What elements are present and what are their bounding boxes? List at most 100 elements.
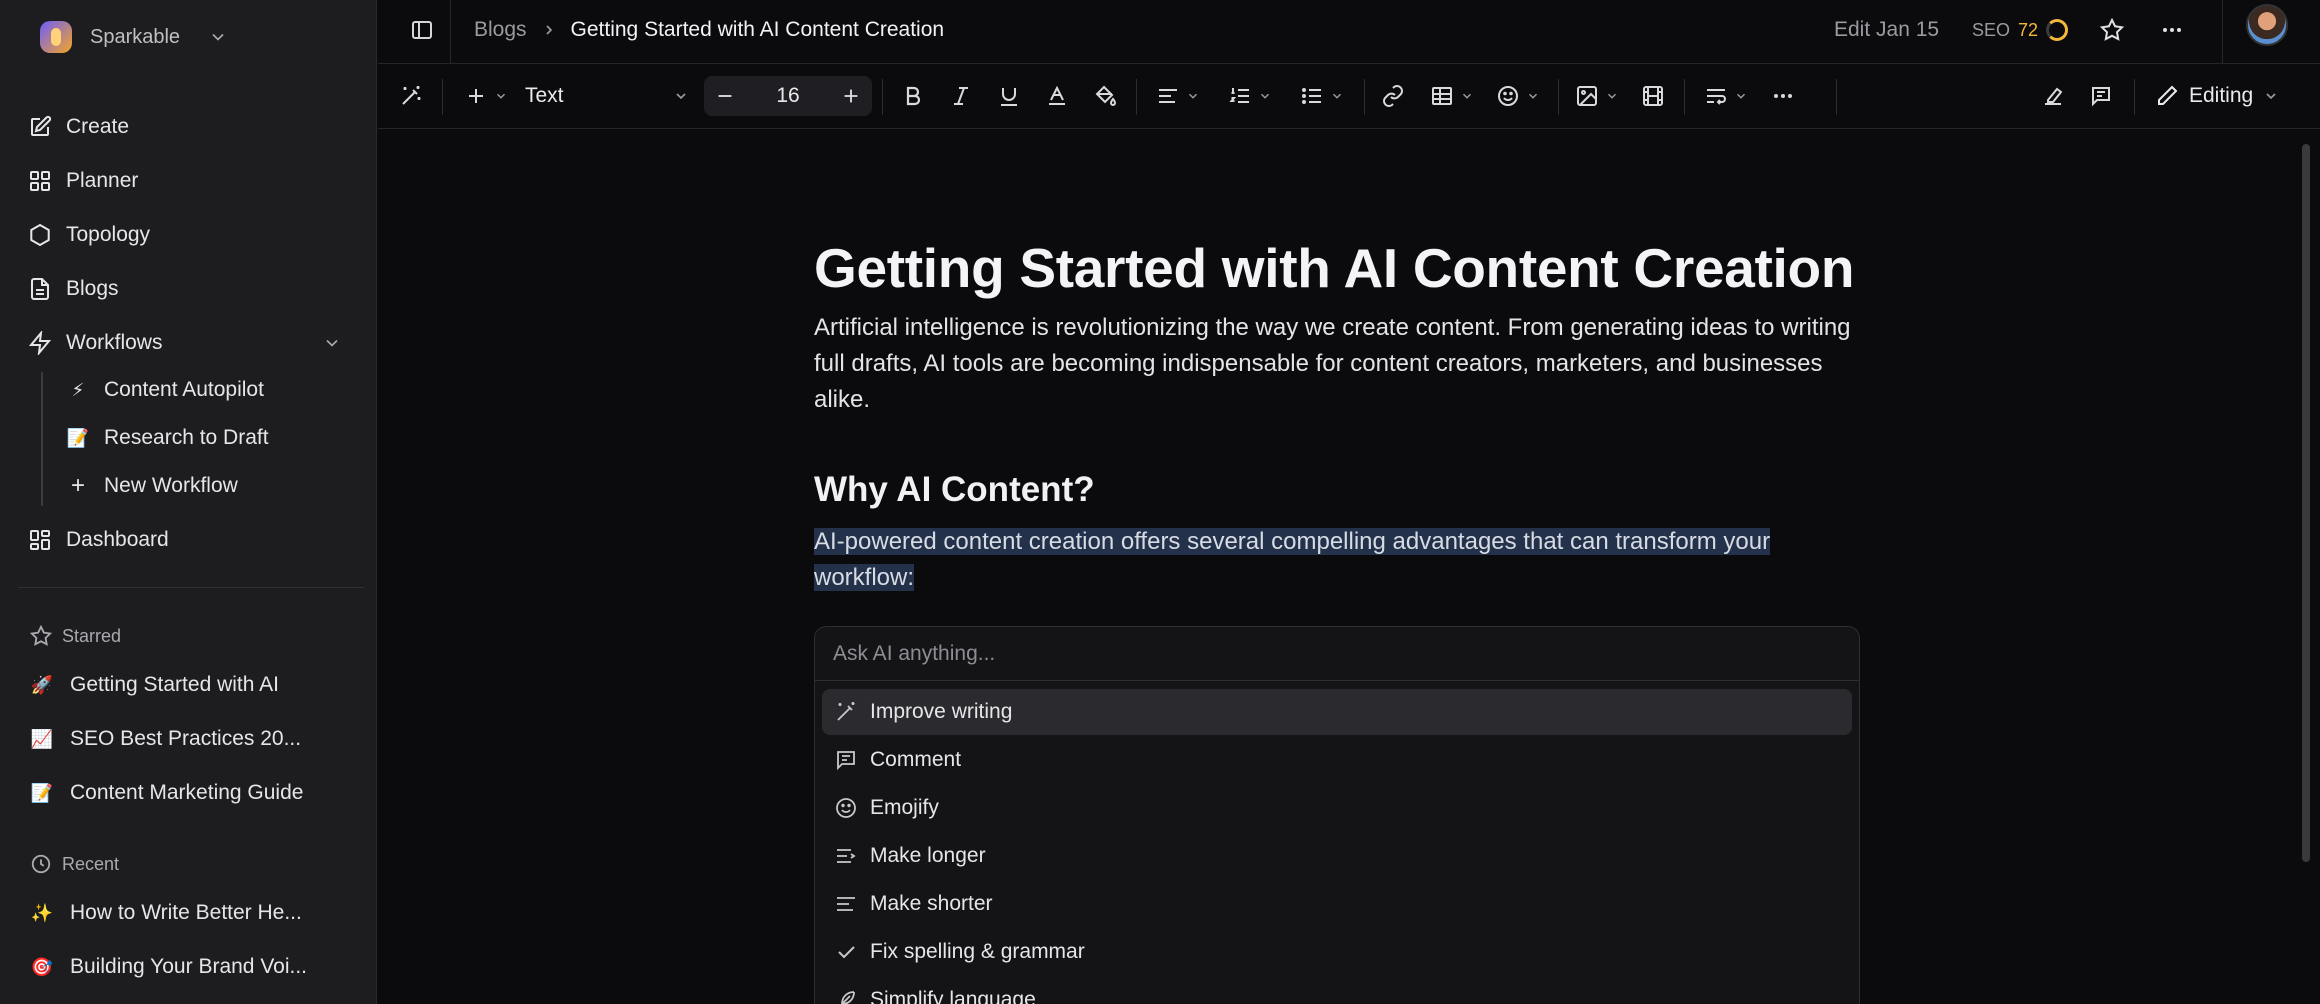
recent-item[interactable]: ✨ How to Write Better He... [30, 893, 302, 933]
top-bar: Blogs Getting Started with AI Content Cr… [378, 0, 2320, 64]
favorite-button[interactable] [2094, 12, 2130, 48]
edit-square-icon [31, 115, 52, 136]
panel-left-icon [412, 21, 432, 39]
sidebar-item-topology[interactable]: Topology [28, 215, 348, 255]
toolbar-separator [882, 79, 883, 115]
text-wrap-button[interactable] [1696, 77, 1756, 115]
workspace-switcher[interactable]: Sparkable [40, 20, 228, 54]
plus-icon[interactable] [840, 85, 862, 107]
section-heading[interactable]: Why AI Content? [814, 468, 1864, 512]
emoji-button[interactable] [1490, 77, 1546, 115]
breadcrumb-parent[interactable]: Blogs [474, 18, 527, 42]
last-edit-date: Edit Jan 15 [1834, 18, 1940, 41]
sidebar-item-planner[interactable]: Planner [28, 161, 348, 201]
ai-menu-item-fix-spelling[interactable]: Fix spelling & grammar [822, 929, 1852, 975]
image-button[interactable] [1568, 77, 1626, 115]
selected-paragraph[interactable]: AI-powered content creation offers sever… [814, 524, 1864, 596]
ai-menu-item-comment[interactable]: Comment [822, 737, 1852, 783]
minus-icon[interactable] [714, 85, 736, 107]
user-avatar[interactable] [2246, 4, 2288, 46]
link-button[interactable] [1374, 77, 1412, 115]
sidebar-item-label: Topology [66, 223, 151, 246]
toolbar-separator [1558, 79, 1559, 115]
more-options-button[interactable] [2154, 12, 2190, 48]
sidebar-item-label: Planner [66, 169, 139, 192]
document[interactable]: Getting Started with AI Content Creation… [814, 236, 1864, 596]
new-workflow-button[interactable]: + New Workflow [66, 466, 238, 506]
starred-item[interactable]: 📈 SEO Best Practices 20... [30, 719, 301, 759]
sidebar-item-dashboard[interactable]: Dashboard [28, 520, 348, 560]
chevron-down-icon[interactable] [320, 333, 344, 353]
insert-block-button[interactable] [458, 77, 514, 115]
selected-text-line[interactable]: AI-powered content creation offers sever… [814, 528, 1771, 555]
table-button[interactable] [1424, 77, 1480, 115]
memo-emoji-icon: 📝 [30, 782, 54, 803]
ai-menu-item-improve-writing[interactable]: Improve writing [822, 689, 1852, 735]
workflow-label: Content Autopilot [104, 378, 264, 401]
bullet-list-icon [1302, 88, 1321, 104]
paint-bucket-icon [1095, 85, 1117, 106]
bullet-list-button[interactable] [1292, 77, 1352, 115]
ai-menu-item-label: Fix spelling & grammar [870, 940, 1085, 963]
more-horizontal-icon [1774, 94, 1792, 98]
starred-item[interactable]: 📝 Content Marketing Guide [30, 773, 304, 813]
star-icon [30, 625, 52, 646]
breadcrumb: Blogs Getting Started with AI Content Cr… [474, 12, 944, 48]
italic-button[interactable] [942, 77, 980, 115]
numbered-list-button[interactable] [1220, 77, 1280, 115]
ai-menu-item-emojify[interactable]: Emojify [822, 785, 1852, 831]
comments-button[interactable] [2082, 77, 2120, 115]
workflow-item-content-autopilot[interactable]: ⚡ Content Autopilot [66, 370, 264, 410]
seo-score: 72 [2018, 19, 2039, 40]
selected-text-line[interactable]: workflow: [814, 564, 915, 591]
toolbar-separator [2134, 79, 2135, 115]
workflow-item-research-to-draft[interactable]: 📝 Research to Draft [66, 418, 269, 458]
image-icon [1577, 86, 1597, 106]
clear-format-button[interactable] [2034, 77, 2072, 115]
highlight-button[interactable] [1086, 77, 1124, 115]
recent-item-label: Building Your Brand Voi... [70, 955, 308, 978]
align-button[interactable] [1148, 77, 1208, 115]
starred-item-label: Content Marketing Guide [70, 781, 304, 804]
sidebar-item-workflows[interactable]: Workflows [28, 323, 348, 363]
toolbar-separator [1136, 79, 1137, 115]
lines-shorter-icon [837, 897, 855, 911]
toggle-sidebar-button[interactable] [404, 12, 440, 48]
comment-icon [2092, 87, 2110, 107]
sidebar-item-create[interactable]: Create [28, 107, 348, 147]
section-label: Starred [62, 625, 122, 646]
ai-prompt-input[interactable]: Ask AI anything... [815, 627, 1859, 681]
recent-item[interactable]: 🎯 Building Your Brand Voi... [30, 947, 307, 987]
link-icon [1383, 85, 1403, 107]
document-title[interactable]: Getting Started with AI Content Creation [814, 236, 1864, 300]
tree-line [41, 372, 43, 506]
lightning-emoji-icon: ⚡ [71, 379, 85, 400]
seo-score-badge[interactable]: SEO 72 [1972, 12, 2069, 48]
toolbar-separator [1836, 79, 1837, 115]
ai-menu-item-make-shorter[interactable]: Make shorter [822, 881, 1852, 927]
feather-icon [841, 991, 855, 1004]
sidebar-item-blogs[interactable]: Blogs [28, 269, 348, 309]
chevron-down-icon [1462, 93, 1472, 99]
editing-mode-select[interactable]: Editing [2155, 77, 2279, 115]
ai-magic-button[interactable] [392, 77, 430, 115]
ai-menu-item-simplify-language[interactable]: Simplify language [822, 977, 1852, 1004]
starred-section-title: Starred [30, 621, 121, 651]
ai-command-menu: Ask AI anything... Improve writing Comme… [814, 626, 1860, 1004]
chart-emoji-icon: 📈 [30, 728, 54, 749]
text-color-button[interactable] [1038, 77, 1076, 115]
vertical-scrollbar[interactable] [2302, 144, 2310, 862]
underline-button[interactable] [990, 77, 1028, 115]
bold-button[interactable] [894, 77, 932, 115]
chevron-down-icon [1607, 93, 1617, 99]
editing-mode-label: Editing [2189, 84, 2254, 107]
font-size-value[interactable]: 16 [776, 84, 799, 108]
pencil-icon [2158, 85, 2178, 105]
more-tools-button[interactable] [1764, 77, 1802, 115]
text-style-select[interactable]: Text [525, 77, 695, 115]
font-size-stepper[interactable]: 16 [704, 76, 872, 116]
starred-item[interactable]: 🚀 Getting Started with AI [30, 665, 279, 705]
media-button[interactable] [1634, 77, 1672, 115]
intro-paragraph[interactable]: Artificial intelligence is revolutionizi… [814, 310, 1864, 418]
ai-menu-item-make-longer[interactable]: Make longer [822, 833, 1852, 879]
